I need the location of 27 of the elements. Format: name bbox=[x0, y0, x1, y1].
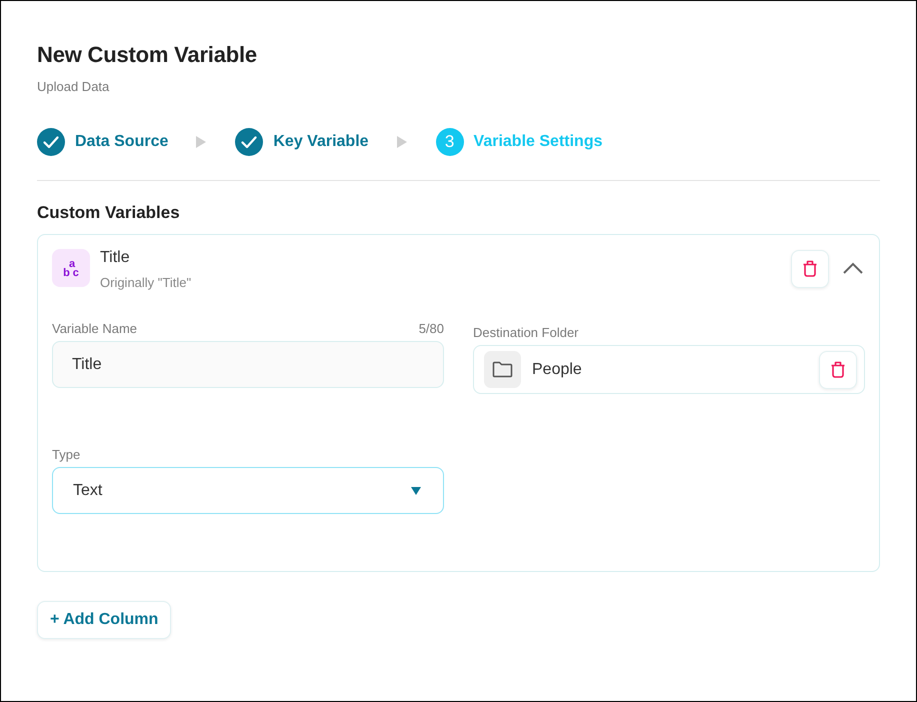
page-title: New Custom Variable bbox=[37, 41, 258, 69]
delete-button[interactable] bbox=[791, 250, 829, 288]
field-label: Variable Name bbox=[52, 321, 138, 337]
original-name: Originally "Title" bbox=[100, 274, 192, 292]
step-label: Key Variable bbox=[273, 133, 369, 151]
trash-icon bbox=[830, 360, 846, 378]
variable-title: Title bbox=[100, 248, 131, 268]
field-label: Destination Folder bbox=[473, 325, 578, 341]
section-title: Custom Variables bbox=[37, 202, 181, 224]
step-number: 3 bbox=[436, 128, 464, 156]
field-label: Type bbox=[52, 447, 80, 463]
step-arrow-icon bbox=[396, 136, 407, 148]
character-counter: 5/80 bbox=[418, 321, 444, 337]
page-subtitle: Upload Data bbox=[37, 78, 110, 96]
type-select[interactable]: Text bbox=[52, 467, 444, 514]
add-column-button[interactable]: + Add Column bbox=[37, 601, 172, 639]
chevron-up-icon[interactable] bbox=[843, 262, 863, 274]
destination-folder-field[interactable]: People bbox=[473, 345, 865, 394]
trash-icon bbox=[802, 260, 818, 278]
folder-name: People bbox=[532, 360, 583, 378]
folder-icon bbox=[484, 351, 521, 388]
step-label: Variable Settings bbox=[474, 133, 602, 151]
variable-name-field[interactable]: Title bbox=[52, 341, 444, 388]
caret-down-icon bbox=[411, 486, 421, 494]
step-arrow-icon bbox=[196, 136, 206, 148]
step-label: Data Source bbox=[75, 133, 168, 151]
delete-button[interactable] bbox=[819, 350, 857, 388]
